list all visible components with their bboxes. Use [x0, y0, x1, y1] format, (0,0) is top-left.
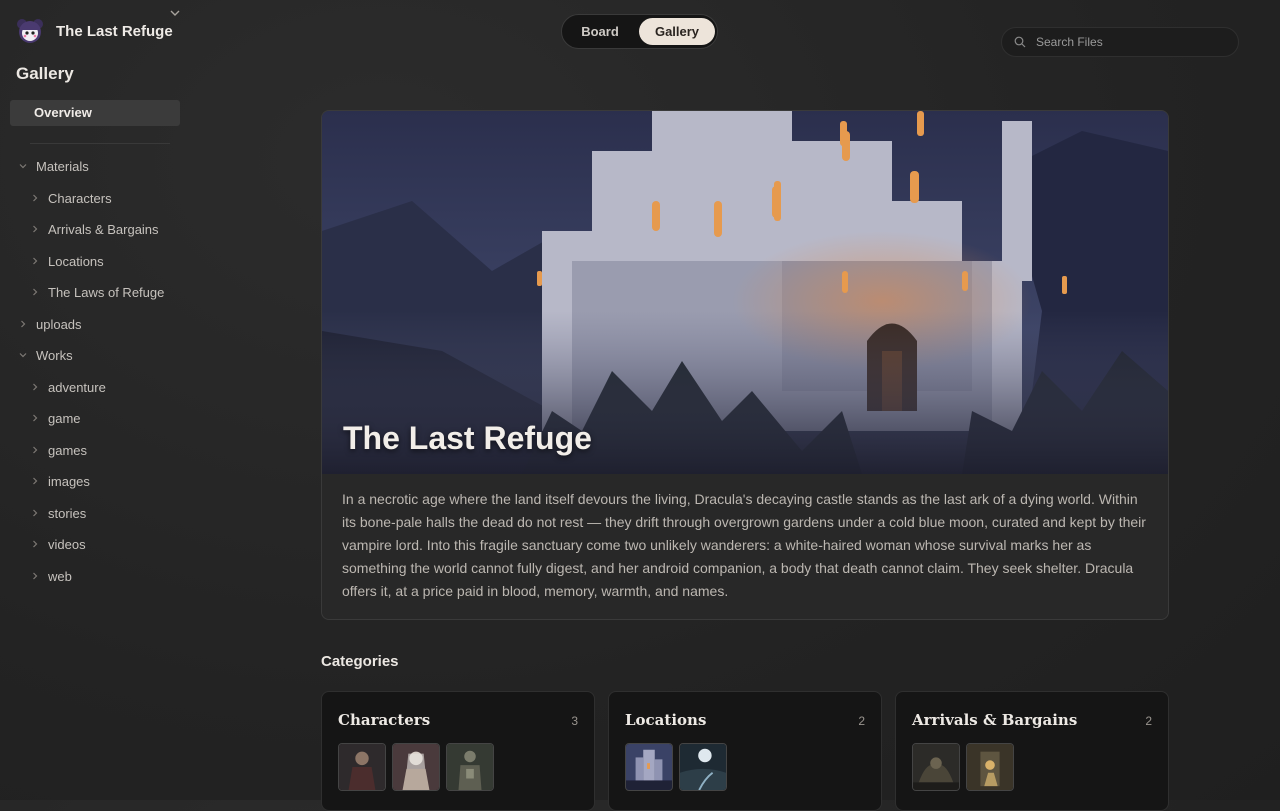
sidebar-item-web[interactable]: web: [30, 566, 72, 586]
category-title: Characters: [338, 711, 431, 729]
sidebar-item-images[interactable]: images: [30, 471, 90, 491]
sidebar: The Last Refuge Gallery Overview Materia…: [0, 0, 190, 800]
thumbnail-image[interactable]: [392, 743, 440, 791]
sidebar-item-the-laws-of-refuge[interactable]: The Laws of Refuge: [30, 282, 164, 302]
sidebar-section-title: Gallery: [16, 64, 74, 83]
sidebar-item-arrivals-bargains[interactable]: Arrivals & Bargains: [30, 219, 159, 239]
sidebar-item-label: Materials: [36, 158, 89, 174]
chevron-right-icon: [33, 288, 38, 296]
category-card-locations[interactable]: Locations 2: [608, 691, 882, 811]
sidebar-item-stories[interactable]: stories: [30, 503, 86, 523]
tab-gallery[interactable]: Gallery: [639, 18, 715, 45]
sidebar-item-label: Arrivals & Bargains: [48, 221, 159, 237]
sidebar-item-label: web: [48, 568, 72, 584]
thumbnail-image[interactable]: [679, 743, 727, 791]
thumbnail-image[interactable]: [446, 743, 494, 791]
category-card-arrivals-bargains[interactable]: Arrivals & Bargains 2: [895, 691, 1169, 811]
search-icon: [1014, 36, 1026, 48]
search-bar: [1001, 27, 1239, 57]
sidebar-item-label: Locations: [48, 253, 104, 269]
workspace-name: The Last Refuge: [56, 22, 173, 40]
sidebar-item-label: videos: [48, 536, 86, 552]
hero-title: The Last Refuge: [343, 420, 592, 456]
sidebar-item-label: game: [48, 410, 81, 426]
sidebar-item-label: stories: [48, 505, 87, 521]
sidebar-item-label: uploads: [36, 316, 82, 332]
hero-description: In a necrotic age where the land itself …: [342, 491, 1146, 599]
thumbnail-image[interactable]: [625, 743, 673, 791]
chevron-down-icon[interactable]: [168, 6, 182, 20]
category-count: 2: [1145, 714, 1152, 728]
sidebar-item-overview[interactable]: Overview: [10, 100, 180, 126]
chevron-down-icon: [19, 164, 27, 169]
sidebar-item-adventure[interactable]: adventure: [30, 377, 106, 397]
chevron-right-icon: [33, 383, 38, 391]
chevron-right-icon: [33, 509, 38, 517]
sidebar-item-materials[interactable]: Materials: [18, 156, 89, 176]
chevron-right-icon: [33, 257, 38, 265]
sidebar-item-works[interactable]: Works: [18, 345, 73, 365]
sidebar-item-uploads[interactable]: uploads: [18, 314, 82, 334]
chevron-right-icon: [33, 446, 38, 454]
chevron-right-icon: [33, 194, 38, 202]
chevron-right-icon: [33, 572, 38, 580]
sidebar-item-characters[interactable]: Characters: [30, 188, 112, 208]
categories-heading: Categories: [321, 653, 399, 670]
category-count: 2: [858, 714, 865, 728]
thumbnail-image[interactable]: [338, 743, 386, 791]
sidebar-item-game[interactable]: game: [30, 408, 81, 428]
sidebar-item-label: games: [48, 442, 88, 458]
thumbnail-image[interactable]: [966, 743, 1014, 791]
sidebar-item-locations[interactable]: Locations: [30, 251, 104, 271]
sidebar-item-videos[interactable]: videos: [30, 534, 86, 554]
category-card-characters[interactable]: Characters 3: [321, 691, 595, 811]
category-title: Arrivals & Bargains: [912, 711, 1078, 729]
chevron-right-icon: [21, 320, 26, 328]
sidebar-item-label: images: [48, 473, 90, 489]
chevron-right-icon: [33, 540, 38, 548]
chevron-right-icon: [33, 414, 38, 422]
category-count: 3: [571, 714, 578, 728]
chevron-right-icon: [33, 225, 38, 233]
sidebar-item-games[interactable]: games: [30, 440, 87, 460]
search-input[interactable]: [1034, 34, 1218, 50]
chevron-down-icon: [19, 353, 27, 358]
sidebar-item-label: Characters: [48, 190, 112, 206]
workspace-logo-icon: [17, 19, 43, 43]
view-toggle: Board Gallery: [561, 14, 718, 49]
category-title: Locations: [625, 711, 707, 729]
sidebar-divider: [30, 143, 170, 144]
chevron-right-icon: [33, 477, 38, 485]
sidebar-item-label: Works: [36, 347, 73, 363]
thumbnail-image[interactable]: [912, 743, 960, 791]
hero-card: The Last Refuge In a necrotic age where …: [321, 110, 1169, 620]
tab-board[interactable]: Board: [568, 18, 632, 45]
workspace-switcher[interactable]: The Last Refuge: [16, 17, 196, 45]
sidebar-item-label: The Laws of Refuge: [48, 284, 165, 300]
sidebar-item-label: adventure: [48, 379, 106, 395]
